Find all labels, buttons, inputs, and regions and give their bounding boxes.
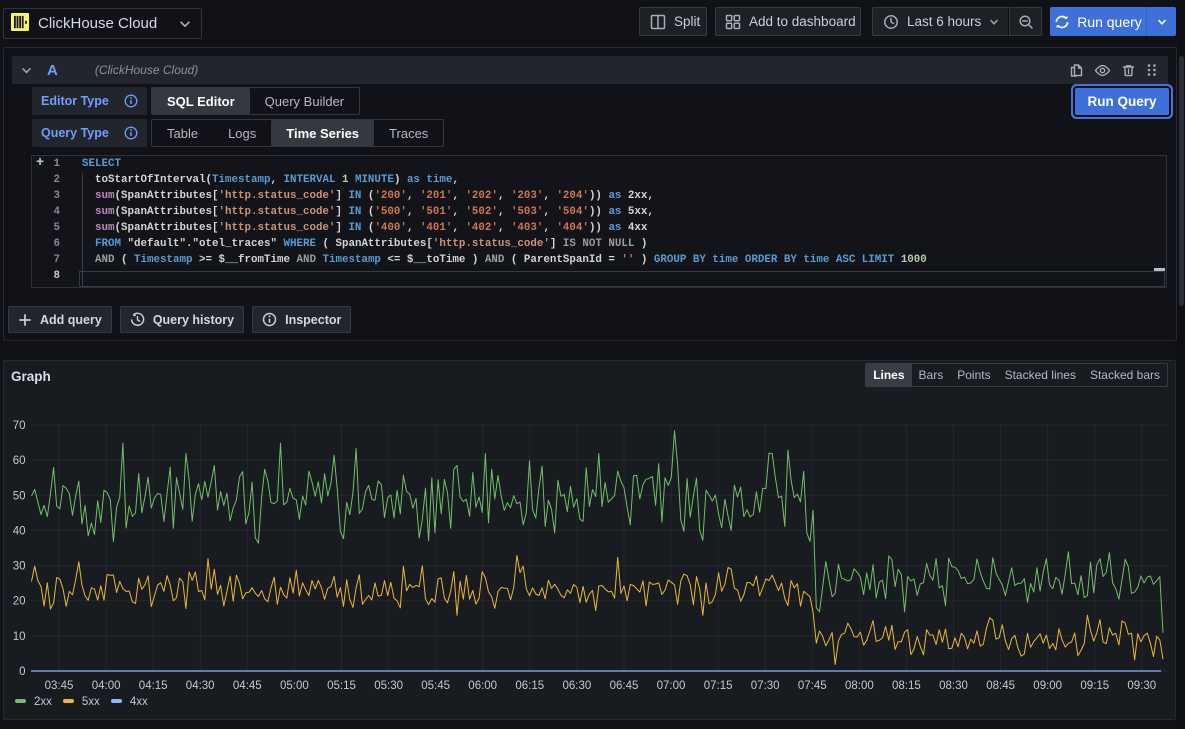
svg-text:60: 60 bbox=[13, 455, 26, 467]
svg-text:06:15: 06:15 bbox=[515, 680, 544, 692]
svg-text:09:30: 09:30 bbox=[1127, 680, 1156, 692]
svg-text:07:45: 07:45 bbox=[798, 680, 827, 692]
svg-text:09:15: 09:15 bbox=[1080, 680, 1109, 692]
svg-text:20: 20 bbox=[13, 596, 26, 608]
svg-text:06:30: 06:30 bbox=[563, 680, 592, 692]
svg-text:05:15: 05:15 bbox=[327, 680, 356, 692]
svg-text:03:45: 03:45 bbox=[45, 680, 74, 692]
svg-text:10: 10 bbox=[13, 631, 26, 643]
svg-text:08:00: 08:00 bbox=[845, 680, 874, 692]
svg-text:70: 70 bbox=[13, 420, 26, 432]
svg-text:07:15: 07:15 bbox=[704, 680, 733, 692]
svg-text:05:30: 05:30 bbox=[374, 680, 403, 692]
svg-text:40: 40 bbox=[13, 525, 26, 537]
svg-text:09:00: 09:00 bbox=[1033, 680, 1062, 692]
svg-text:30: 30 bbox=[13, 561, 26, 573]
svg-text:05:45: 05:45 bbox=[421, 680, 450, 692]
svg-text:04:00: 04:00 bbox=[92, 680, 121, 692]
svg-text:04:45: 04:45 bbox=[233, 680, 262, 692]
svg-text:08:30: 08:30 bbox=[939, 680, 968, 692]
svg-text:0: 0 bbox=[19, 666, 25, 678]
svg-text:07:30: 07:30 bbox=[751, 680, 780, 692]
svg-text:06:45: 06:45 bbox=[610, 680, 639, 692]
svg-text:50: 50 bbox=[13, 490, 26, 502]
svg-text:05:00: 05:00 bbox=[280, 680, 309, 692]
svg-text:08:45: 08:45 bbox=[986, 680, 1015, 692]
svg-text:04:15: 04:15 bbox=[139, 680, 168, 692]
svg-text:08:15: 08:15 bbox=[892, 680, 921, 692]
svg-text:04:30: 04:30 bbox=[186, 680, 215, 692]
svg-text:06:00: 06:00 bbox=[468, 680, 497, 692]
svg-text:07:00: 07:00 bbox=[657, 680, 686, 692]
